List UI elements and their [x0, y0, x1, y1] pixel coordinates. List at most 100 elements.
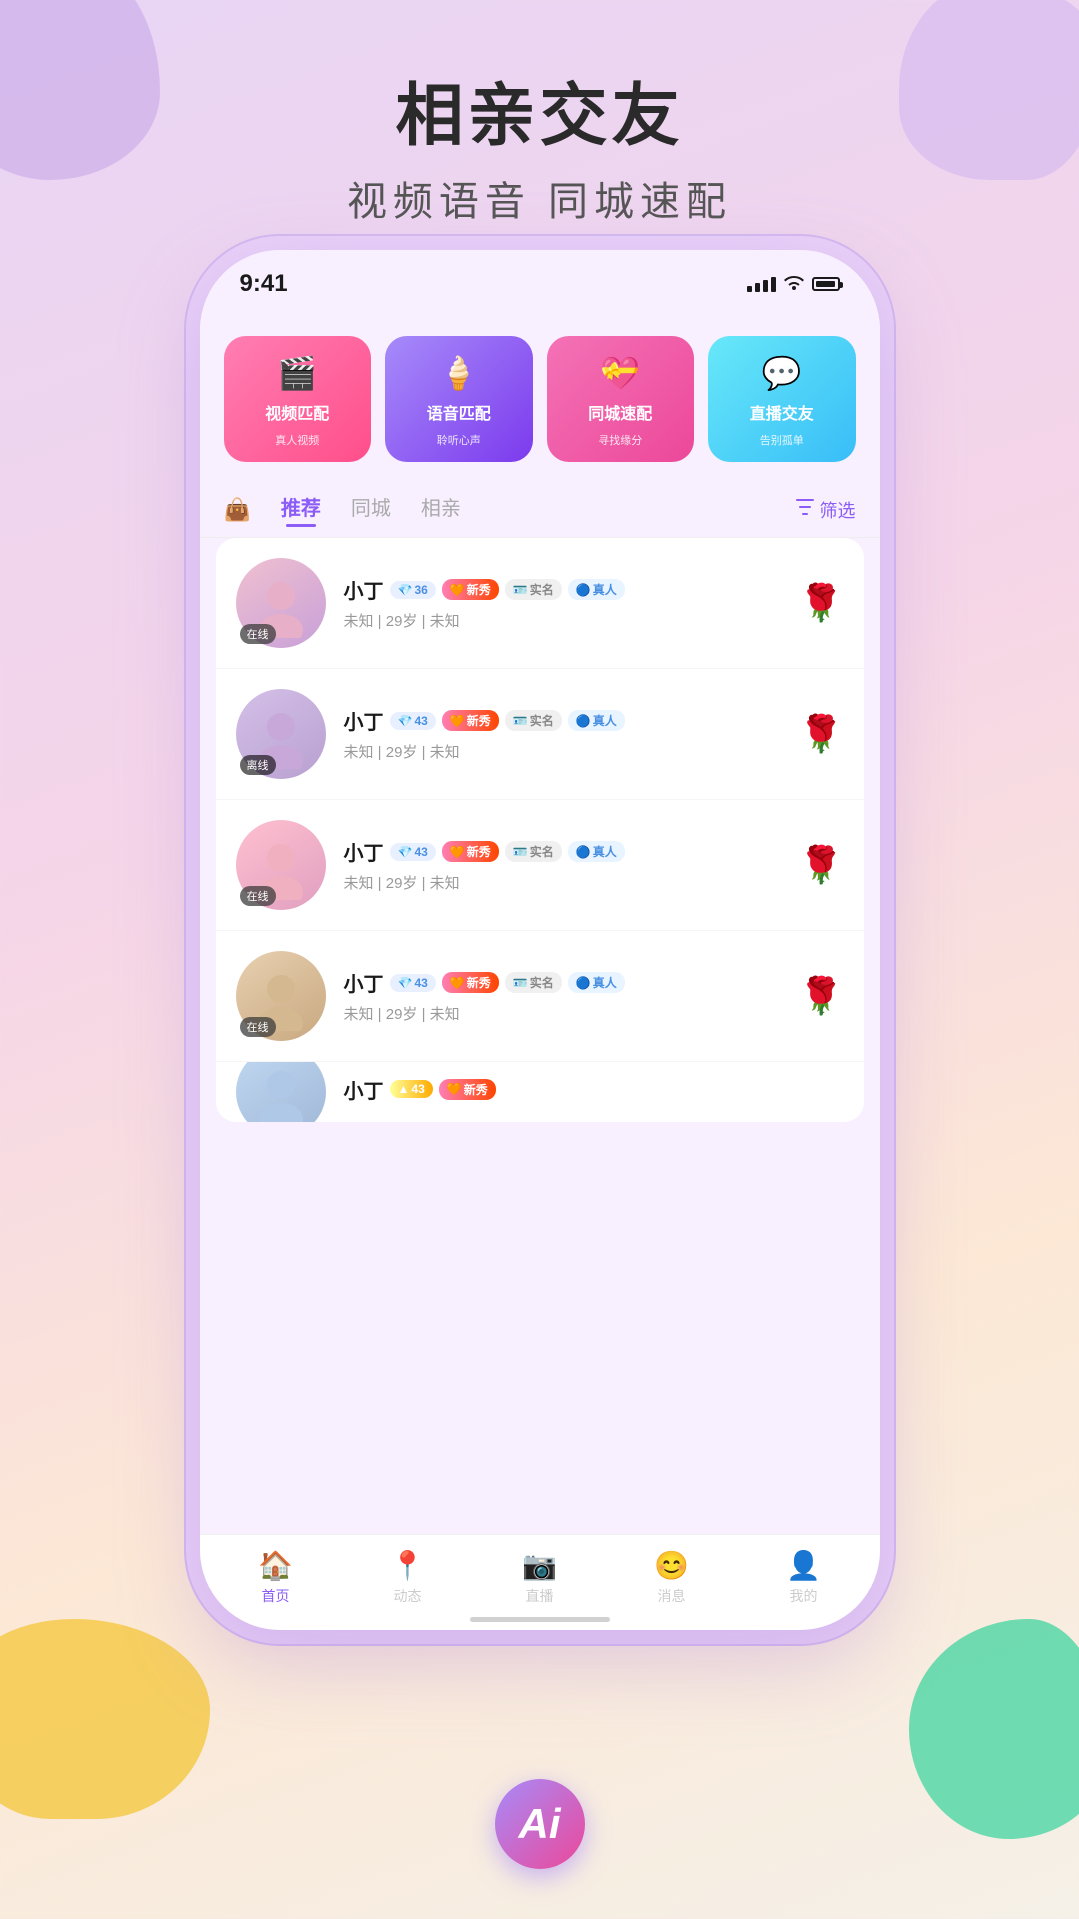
avatar-wrap-1: 在线: [236, 558, 326, 648]
tab-filter-button[interactable]: 筛选: [796, 497, 856, 523]
user-name-4: 小丁: [344, 968, 384, 997]
home-nav-icon: 🏠: [258, 1549, 293, 1582]
avatar-5: [236, 1062, 326, 1122]
user-item[interactable]: 离线 小丁 💎43 🧡新秀 🪪实名: [216, 669, 864, 800]
status-bar: 9:41: [200, 250, 880, 308]
rose-button-4[interactable]: 🌹: [799, 975, 844, 1017]
user-name-3: 小丁: [344, 837, 384, 866]
user-meta-4: 未知 | 29岁 | 未知: [344, 1003, 781, 1024]
user-name-1: 小丁: [344, 575, 384, 604]
rose-button-1[interactable]: 🌹: [799, 582, 844, 624]
feature-card-video[interactable]: 🎬 视频匹配 真人视频: [224, 336, 372, 462]
avatar-wrap-5: [236, 1062, 326, 1122]
badge-real-3: 🔵真人: [568, 841, 625, 862]
badge-diamond-5: ▲43: [390, 1080, 433, 1098]
badge-diamond-2: 💎43: [390, 712, 436, 730]
user-info-4: 小丁 💎43 🧡新秀 🪪实名 🔵真人: [344, 968, 781, 1024]
nav-item-feed[interactable]: 📍 动态: [390, 1549, 425, 1606]
online-status-3: 在线: [240, 886, 276, 906]
user-info-1: 小丁 💎36 🧡新秀 🪪实名 🔵真人: [344, 575, 781, 631]
city-card-subtitle: 寻找缘分: [598, 432, 642, 448]
user-meta-3: 未知 | 29岁 | 未知: [344, 872, 781, 893]
tab-recommend[interactable]: 推荐: [281, 492, 321, 527]
badge-realname-1: 🪪实名: [505, 579, 562, 600]
badge-diamond-3: 💎43: [390, 843, 436, 861]
user-name-row-1: 小丁 💎36 🧡新秀 🪪实名 🔵真人: [344, 575, 781, 604]
user-info-5: 小丁 ▲43 🧡新秀: [344, 1075, 844, 1110]
signal-icon: [747, 277, 776, 292]
badge-new-5: 🧡新秀: [439, 1079, 496, 1100]
live-card-icon: 💬: [762, 354, 802, 392]
live-nav-icon: 📷: [522, 1549, 557, 1582]
live-card-subtitle: 告别孤单: [760, 432, 804, 448]
battery-icon: [812, 277, 840, 291]
live-card-title: 直播交友: [750, 400, 814, 424]
phone-content: 🎬 视频匹配 真人视频 🍦 语音匹配 聆听心声 💝 同城速配 寻找缘分 💬 直播…: [200, 308, 880, 1628]
nav-item-home[interactable]: 🏠 首页: [258, 1549, 293, 1606]
avatar-wrap-2: 离线: [236, 689, 326, 779]
message-nav-icon: 😊: [654, 1549, 689, 1582]
voice-card-title: 语音匹配: [427, 400, 491, 424]
tab-bag-icon: 👜: [224, 497, 251, 523]
video-card-subtitle: 真人视频: [275, 432, 319, 448]
badge-realname-3: 🪪实名: [505, 841, 562, 862]
badge-real-4: 🔵真人: [568, 972, 625, 993]
user-meta-1: 未知 | 29岁 | 未知: [344, 610, 781, 631]
user-item[interactable]: 在线 小丁 💎43 🧡新秀 🪪实名: [216, 931, 864, 1062]
profile-nav-icon: 👤: [786, 1549, 821, 1582]
user-info-3: 小丁 💎43 🧡新秀 🪪实名 🔵真人: [344, 837, 781, 893]
feature-card-live[interactable]: 💬 直播交友 告别孤单: [708, 336, 856, 462]
user-name-row-3: 小丁 💎43 🧡新秀 🪪实名 🔵真人: [344, 837, 781, 866]
nav-item-live[interactable]: 📷 直播: [522, 1549, 557, 1606]
status-icons: [747, 274, 840, 295]
user-name-row-4: 小丁 💎43 🧡新秀 🪪实名 🔵真人: [344, 968, 781, 997]
voice-card-icon: 🍦: [439, 354, 479, 392]
badge-new-3: 🧡新秀: [442, 841, 499, 862]
badge-realname-4: 🪪实名: [505, 972, 562, 993]
nav-item-message[interactable]: 😊 消息: [654, 1549, 689, 1606]
home-indicator: [470, 1617, 610, 1622]
user-name-row-5: 小丁 ▲43 🧡新秀: [344, 1075, 844, 1104]
rose-button-3[interactable]: 🌹: [799, 844, 844, 886]
badge-real-1: 🔵真人: [568, 579, 625, 600]
header-area: 相亲交友 视频语音 同城速配: [0, 60, 1079, 227]
badge-new-1: 🧡新秀: [442, 579, 499, 600]
user-item[interactable]: 在线 小丁 💎43 🧡新秀 🪪实名: [216, 800, 864, 931]
user-item[interactable]: 在线 小丁 💎36 🧡新秀 🪪实名: [216, 538, 864, 669]
user-item[interactable]: 小丁 ▲43 🧡新秀: [216, 1062, 864, 1122]
badge-realname-2: 🪪实名: [505, 710, 562, 731]
user-meta-2: 未知 | 29岁 | 未知: [344, 741, 781, 762]
feature-cards-row: 🎬 视频匹配 真人视频 🍦 语音匹配 聆听心声 💝 同城速配 寻找缘分 💬 直播…: [200, 316, 880, 482]
badge-real-2: 🔵真人: [568, 710, 625, 731]
city-card-icon: 💝: [600, 354, 640, 392]
badge-new-4: 🧡新秀: [442, 972, 499, 993]
feed-nav-icon: 📍: [390, 1549, 425, 1582]
feature-card-city[interactable]: 💝 同城速配 寻找缘分: [547, 336, 695, 462]
profile-nav-label: 我的: [790, 1586, 818, 1606]
user-name-5: 小丁: [344, 1075, 384, 1104]
badge-new-2: 🧡新秀: [442, 710, 499, 731]
blob-bottom-right: [909, 1619, 1079, 1839]
filter-icon: [796, 499, 814, 520]
feature-card-voice[interactable]: 🍦 语音匹配 聆听心声: [385, 336, 533, 462]
header-subtitle: 视频语音 同城速配: [0, 169, 1079, 227]
rose-button-2[interactable]: 🌹: [799, 713, 844, 755]
online-status-2: 离线: [240, 755, 276, 775]
tab-city[interactable]: 同城: [351, 492, 391, 527]
ai-badge-label: Ai: [495, 1779, 585, 1869]
header-title: 相亲交友: [0, 60, 1079, 159]
city-card-title: 同城速配: [588, 400, 652, 424]
tab-matchmaking[interactable]: 相亲: [421, 492, 461, 527]
voice-card-subtitle: 聆听心声: [437, 432, 481, 448]
nav-item-profile[interactable]: 👤 我的: [786, 1549, 821, 1606]
feed-nav-label: 动态: [394, 1586, 422, 1606]
status-time: 9:41: [240, 270, 288, 298]
ai-badge[interactable]: Ai: [495, 1779, 585, 1869]
live-nav-label: 直播: [526, 1586, 554, 1606]
user-name-row-2: 小丁 💎43 🧡新秀 🪪实名 🔵真人: [344, 706, 781, 735]
badge-diamond-1: 💎36: [390, 581, 436, 599]
user-name-2: 小丁: [344, 706, 384, 735]
user-list: 在线 小丁 💎36 🧡新秀 🪪实名: [216, 538, 864, 1122]
badge-diamond-4: 💎43: [390, 974, 436, 992]
tab-navigation: 👜 推荐 同城 相亲 筛选: [200, 482, 880, 538]
